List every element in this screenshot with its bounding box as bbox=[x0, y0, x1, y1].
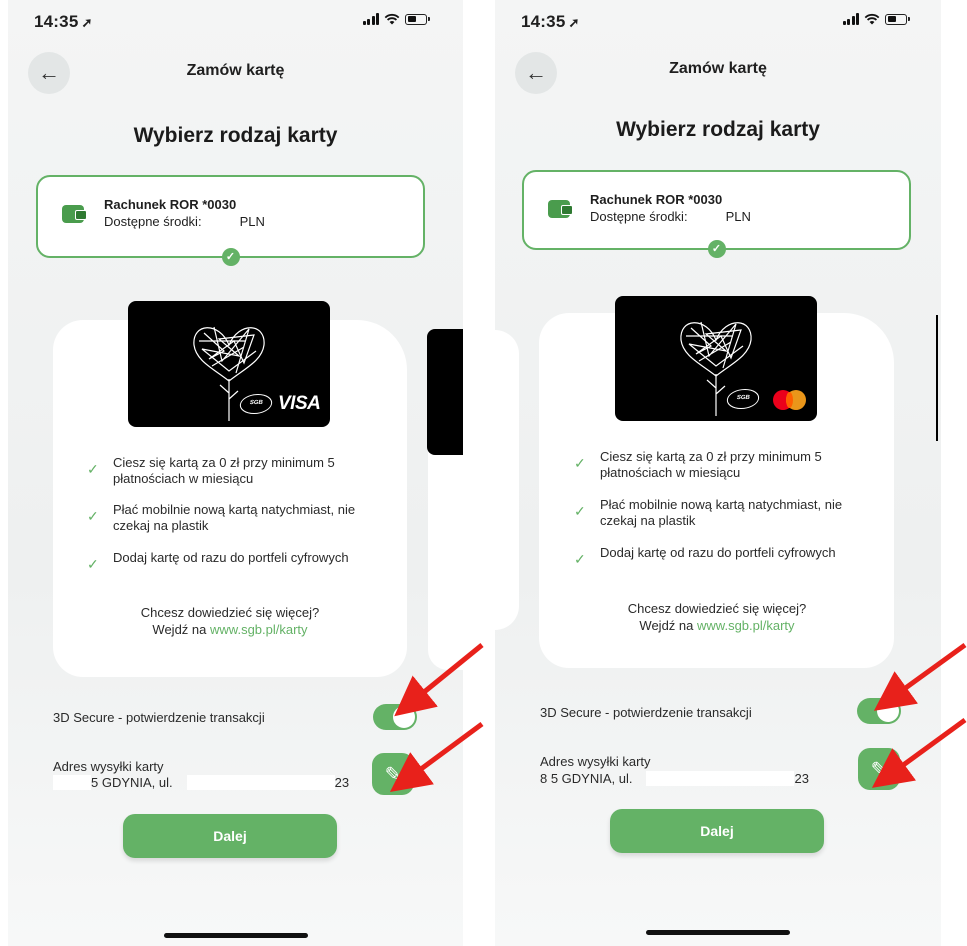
next-button[interactable]: Dalej bbox=[123, 814, 337, 858]
check-icon: ✓ bbox=[707, 240, 726, 258]
3d-secure-toggle[interactable] bbox=[857, 698, 901, 724]
battery-icon bbox=[405, 13, 430, 25]
check-icon: ✓ bbox=[574, 551, 586, 567]
battery-icon bbox=[885, 13, 910, 25]
status-icons bbox=[842, 13, 910, 25]
pencil-icon: ✎ bbox=[384, 763, 402, 786]
home-indicator bbox=[163, 933, 308, 938]
check-icon: ✓ bbox=[221, 248, 240, 266]
phone-screen-visa: 14:35 ➚ ← Zamów kartę Wybierz rodzaj kart… bbox=[8, 0, 463, 946]
edit-address-button[interactable]: ✎ bbox=[858, 748, 900, 790]
address-label: Adres wysyłki karty bbox=[53, 759, 164, 774]
next-button[interactable]: Dalej bbox=[610, 809, 824, 853]
status-icons bbox=[362, 13, 430, 25]
3d-secure-toggle[interactable] bbox=[373, 704, 417, 730]
phone-screen-mastercard: 14:35 ➚ ← Zamów kartę Wybierz rodzaj kart… bbox=[495, 0, 941, 946]
wallet-icon bbox=[548, 200, 573, 218]
next-card-peek[interactable] bbox=[427, 329, 463, 455]
account-selector[interactable]: Rachunek ROR *0030 Dostępne środki: PLN ✓ bbox=[36, 175, 425, 266]
address-label: Adres wysyłki karty bbox=[540, 754, 651, 769]
account-name: Rachunek ROR *0030 bbox=[590, 192, 723, 207]
wifi-icon bbox=[864, 13, 880, 25]
check-icon: ✓ bbox=[87, 508, 99, 524]
check-icon: ✓ bbox=[87, 556, 99, 572]
feature-item: ✓ Ciesz się kartą za 0 zł przy minimum 5 … bbox=[574, 449, 822, 480]
3d-secure-label: 3D Secure - potwierdzenie transakcji bbox=[540, 705, 752, 720]
address-value: 5 GDYNIA, ul. 23 bbox=[53, 775, 349, 790]
card-brand-visa: VISA bbox=[278, 393, 321, 414]
card-image-mastercard: SGB bbox=[615, 296, 817, 421]
card-image-visa: SGB VISA bbox=[128, 301, 330, 427]
feature-item: ✓ Płać mobilnie nową kartą natychmiast, n… bbox=[87, 502, 356, 533]
location-arrow-icon: ➚ bbox=[81, 15, 93, 30]
wifi-icon bbox=[384, 13, 400, 25]
status-time: 14:35 ➚ bbox=[34, 12, 93, 31]
header-title: Zamów kartę bbox=[186, 62, 285, 79]
account-balance: Dostępne środki: PLN bbox=[104, 214, 265, 229]
mastercard-logo-icon bbox=[773, 390, 807, 410]
signal-icon bbox=[362, 13, 379, 25]
page-heading: Wybierz rodzaj karty bbox=[616, 118, 820, 141]
feature-item: ✓ Płać mobilnie nową kartą natychmiast, n… bbox=[574, 497, 843, 528]
feature-item: ✓ Dodaj kartę od razu do portfeli cyfrowy… bbox=[574, 545, 836, 567]
more-info: Chcesz dowiedzieć się więcej? Wejdź na w… bbox=[140, 605, 320, 637]
status-time: 14:35 ➚ bbox=[521, 12, 580, 31]
address-value: 8 5 GDYNIA, ul. 23 bbox=[540, 771, 809, 786]
more-info: Chcesz dowiedzieć się więcej? Wejdź na w… bbox=[627, 601, 807, 633]
signal-icon bbox=[842, 13, 859, 25]
feature-item: ✓ Dodaj kartę od razu do portfeli cyfrowy… bbox=[87, 550, 349, 572]
sgb-karty-link[interactable]: www.sgb.pl/karty bbox=[210, 622, 308, 637]
feature-item: ✓ Ciesz się kartą za 0 zł przy minimum 5 … bbox=[87, 455, 335, 486]
3d-secure-label: 3D Secure - potwierdzenie transakcji bbox=[53, 710, 265, 725]
sgb-karty-link[interactable]: www.sgb.pl/karty bbox=[697, 618, 795, 633]
check-icon: ✓ bbox=[87, 461, 99, 477]
previous-card-panel[interactable] bbox=[495, 330, 519, 630]
header-title: Zamów kartę bbox=[669, 60, 767, 77]
check-icon: ✓ bbox=[574, 503, 586, 519]
account-selector[interactable]: Rachunek ROR *0030 Dostępne środki: PLN ✓ bbox=[522, 170, 911, 258]
edit-address-button[interactable]: ✎ bbox=[372, 753, 414, 795]
page-heading: Wybierz rodzaj karty bbox=[133, 124, 338, 147]
wallet-icon bbox=[62, 205, 87, 223]
account-balance: Dostępne środki: PLN bbox=[590, 209, 751, 224]
account-name: Rachunek ROR *0030 bbox=[104, 197, 237, 212]
check-icon: ✓ bbox=[574, 455, 586, 471]
location-arrow-icon: ➚ bbox=[568, 15, 580, 30]
pencil-icon: ✎ bbox=[870, 758, 888, 781]
home-indicator bbox=[646, 930, 790, 935]
divider-line bbox=[936, 315, 938, 441]
